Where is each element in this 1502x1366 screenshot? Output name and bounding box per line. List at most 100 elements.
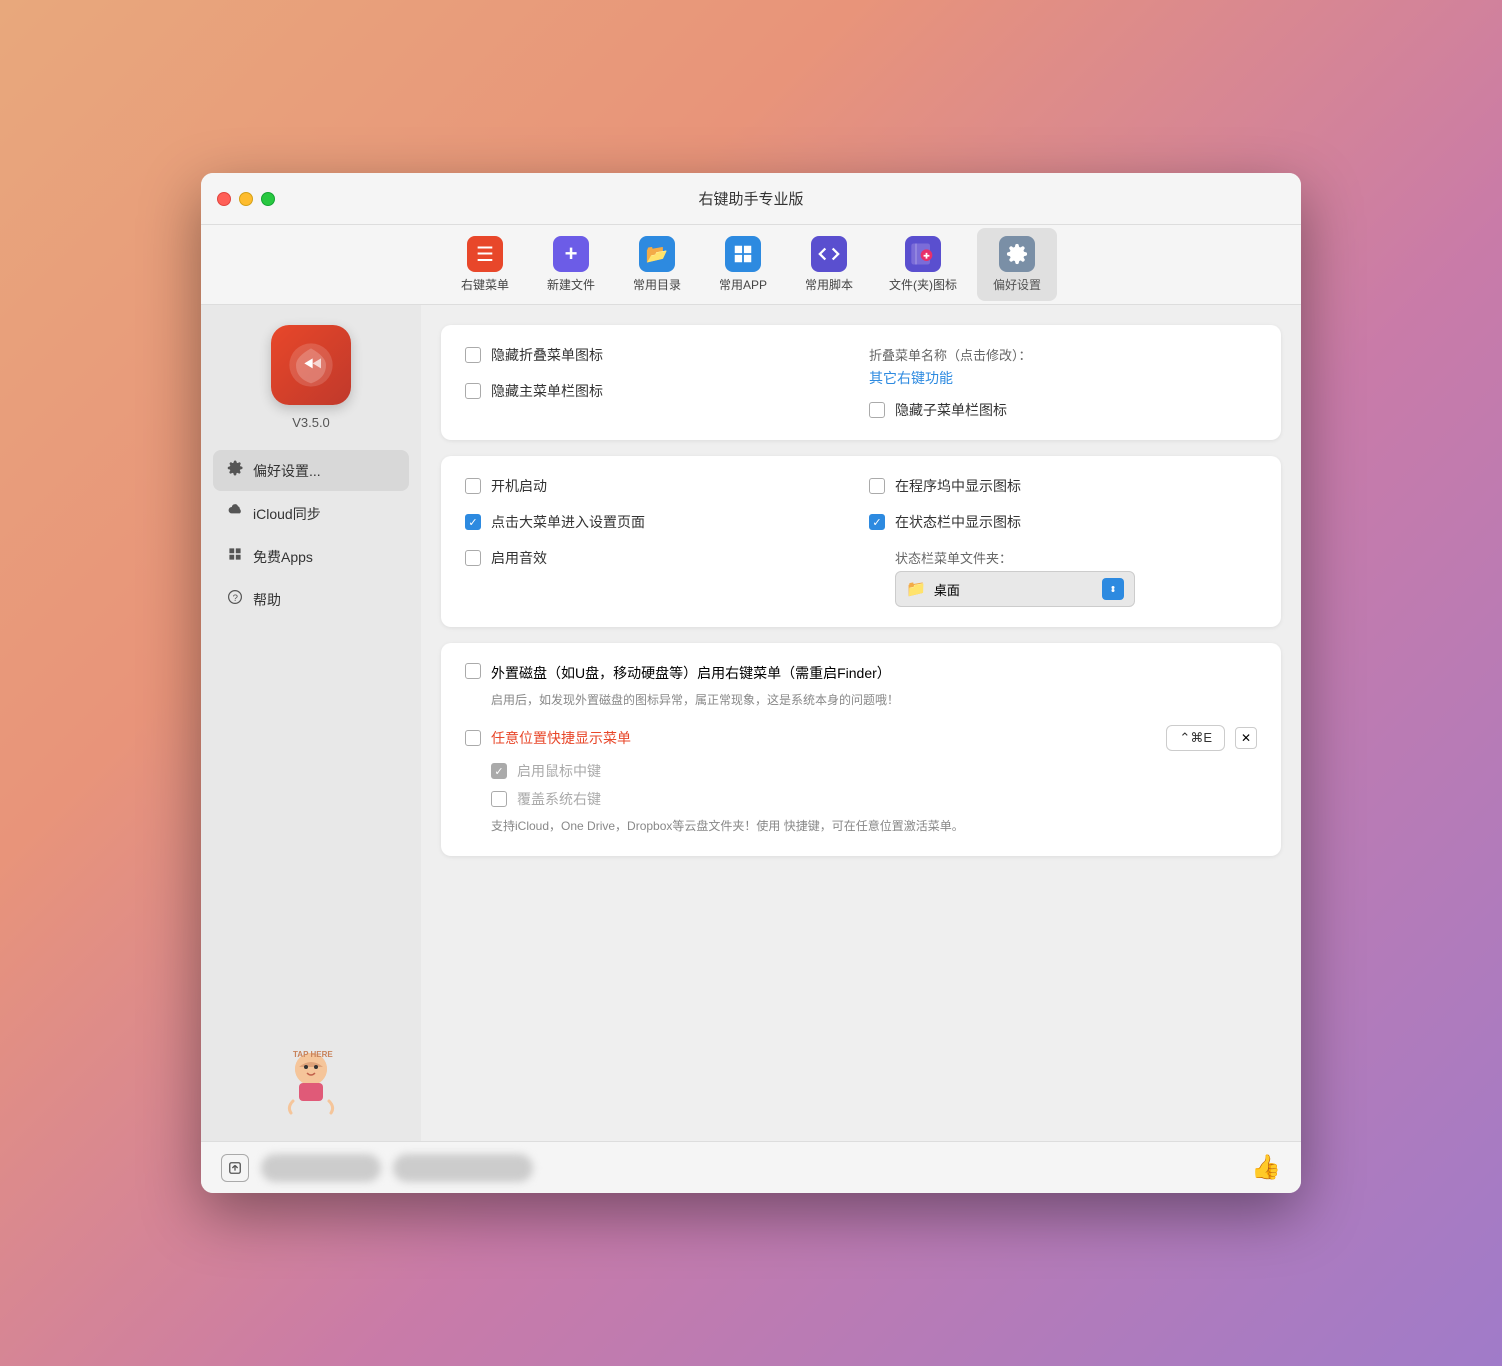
enable-sound-item: 启用音效 <box>465 548 547 568</box>
toolbar-label-commonscript: 常用脚本 <box>805 276 853 293</box>
hide-submenu-bar-item: 隐藏子菜单栏图标 <box>869 400 1257 420</box>
maximize-button[interactable] <box>261 192 275 206</box>
shortcut-clear-button[interactable]: ✕ <box>1235 727 1257 749</box>
launch-display-card: 开机启动 ✓ 点击大菜单进入设置页面 启用音效 <box>441 456 1281 627</box>
quick-menu-row: 任意位置快捷显示菜单 ⌃⌘E ✕ <box>465 725 1257 751</box>
hide-main-menubar-item: 隐藏主菜单栏图标 <box>465 381 603 401</box>
footer-button-1[interactable] <box>261 1154 381 1182</box>
fold-menu-right: 折叠菜单名称（点击修改）： 其它右键功能 隐藏子菜单栏图标 <box>869 345 1257 420</box>
toolbar-item-preferences[interactable]: 偏好设置 <box>977 228 1057 301</box>
like-button[interactable]: 👍 <box>1251 1153 1281 1182</box>
show-in-dock-checkbox[interactable] <box>869 478 885 494</box>
folder-name: 桌面 <box>934 580 1094 599</box>
support-text: 支持iCloud，One Drive，Dropbox等云盘文件夹！使用 快捷键，… <box>491 817 1257 836</box>
external-disk-checkbox[interactable] <box>465 663 481 679</box>
sidebar-label-freeapps: 免费Apps <box>253 547 313 567</box>
override-right-click-label: 覆盖系统右键 <box>517 789 601 809</box>
gear-icon <box>227 460 243 481</box>
traffic-lights <box>217 192 275 206</box>
show-in-statusbar-item: ✓ 在状态栏中显示图标 <box>869 512 1021 532</box>
mouse-middle-label: 启用鼠标中键 <box>517 761 601 781</box>
override-right-click-checkbox[interactable] <box>491 791 507 807</box>
svg-text:TAP HERE: TAP HERE <box>293 1050 333 1059</box>
hide-main-menubar-checkbox[interactable] <box>465 383 481 399</box>
app-icon <box>271 325 351 405</box>
show-in-dock-label: 在程序坞中显示图标 <box>895 476 1021 496</box>
show-in-dock-item: 在程序坞中显示图标 <box>869 476 1021 496</box>
auto-launch-item: 开机启动 <box>465 476 547 496</box>
fold-menu-left: 隐藏折叠菜单图标 隐藏主菜单栏图标 <box>465 345 853 420</box>
sidebar-label-preferences: 偏好设置... <box>253 461 321 481</box>
toolbar-label-commondir: 常用目录 <box>633 276 681 293</box>
toolbar-label-commonapp: 常用APP <box>719 276 767 293</box>
close-button[interactable] <box>217 192 231 206</box>
show-in-statusbar-label: 在状态栏中显示图标 <box>895 512 1021 532</box>
toolbar-item-newfile[interactable]: + 新建文件 <box>531 228 611 301</box>
external-disk-row: 外置磁盘（如U盘，移动硬盘等）启用右键菜单（需重启Finder） <box>465 663 1257 683</box>
titlebar: 右键助手专业版 <box>201 173 1301 225</box>
toolbar-icon-rightmenu: ☰ <box>467 236 503 272</box>
mouse-middle-row: ✓ 启用鼠标中键 <box>491 761 1257 781</box>
quick-menu-checkbox[interactable] <box>465 730 481 746</box>
folder-icon: 📁 <box>906 579 926 599</box>
sidebar-item-help[interactable]: ? 帮助 <box>213 579 409 620</box>
main-window: 右键助手专业版 ☰ 右键菜单 + 新建文件 📂 常用目录 常用APP 常用脚本 <box>201 173 1301 1193</box>
fold-name-section: 折叠菜单名称（点击修改）： 其它右键功能 <box>869 345 1257 388</box>
cloud-icon <box>227 503 243 524</box>
hide-fold-icon-item: 隐藏折叠菜单图标 <box>465 345 603 365</box>
statusbar-folder-label: 状态栏菜单文件夹： <box>895 548 1257 567</box>
toolbar-item-commonscript[interactable]: 常用脚本 <box>789 228 869 301</box>
sidebar: V3.5.0 偏好设置... iCloud同步 <box>201 305 421 1141</box>
click-settings-item: ✓ 点击大菜单进入设置页面 <box>465 512 645 532</box>
footer: 👍 <box>201 1141 1301 1193</box>
toolbar-label-newfile: 新建文件 <box>547 276 595 293</box>
shortcut-badge: ⌃⌘E <box>1166 725 1225 751</box>
fold-name-label: 折叠菜单名称（点击修改）： <box>869 345 1257 364</box>
external-disk-label: 外置磁盘（如U盘，移动硬盘等）启用右键菜单（需重启Finder） <box>491 663 891 683</box>
auto-launch-label: 开机启动 <box>491 476 547 496</box>
sidebar-bottom: TAP HERE <box>271 1041 351 1121</box>
fold-name-value[interactable]: 其它右键功能 <box>869 368 1257 388</box>
show-in-statusbar-checkbox[interactable]: ✓ <box>869 514 885 530</box>
sidebar-item-icloud[interactable]: iCloud同步 <box>213 493 409 534</box>
toolbar-label-preferences: 偏好设置 <box>993 276 1041 293</box>
toolbar-item-commondir[interactable]: 📂 常用目录 <box>617 228 697 301</box>
click-settings-label: 点击大菜单进入设置页面 <box>491 512 645 532</box>
hide-fold-icon-label: 隐藏折叠菜单图标 <box>491 345 603 365</box>
sidebar-label-help: 帮助 <box>253 590 281 610</box>
footer-button-2[interactable] <box>393 1154 533 1182</box>
main-panel: 隐藏折叠菜单图标 隐藏主菜单栏图标 折叠菜单名称（点击修改）： <box>421 305 1301 1141</box>
tap-here-mascot: TAP HERE <box>271 1041 351 1121</box>
toolbar-icon-commonscript <box>811 236 847 272</box>
sidebar-nav: 偏好设置... iCloud同步 免费Apps ? <box>213 450 409 620</box>
toolbar-icon-fileicon <box>905 236 941 272</box>
toolbar-item-commonapp[interactable]: 常用APP <box>703 228 783 301</box>
toolbar-icon-commonapp <box>725 236 761 272</box>
hide-submenu-bar-checkbox[interactable] <box>869 402 885 418</box>
help-icon: ? <box>227 589 243 610</box>
external-quick-card: 外置磁盘（如U盘，移动硬盘等）启用右键菜单（需重启Finder） 启用后，如发现… <box>441 643 1281 856</box>
toolbar-icon-preferences <box>999 236 1035 272</box>
folder-arrow-button[interactable] <box>1102 578 1124 600</box>
toolbar-icon-commondir: 📂 <box>639 236 675 272</box>
auto-launch-checkbox[interactable] <box>465 478 481 494</box>
hide-fold-icon-checkbox[interactable] <box>465 347 481 363</box>
sidebar-item-preferences[interactable]: 偏好设置... <box>213 450 409 491</box>
display-right: 在程序坞中显示图标 ✓ 在状态栏中显示图标 状态栏菜单文件夹： <box>869 476 1257 607</box>
apps-icon <box>227 546 243 567</box>
mouse-middle-checkbox: ✓ <box>491 763 507 779</box>
toolbar-icon-newfile: + <box>553 236 589 272</box>
hide-submenu-bar-label: 隐藏子菜单栏图标 <box>895 400 1007 420</box>
enable-sound-checkbox[interactable] <box>465 550 481 566</box>
minimize-button[interactable] <box>239 192 253 206</box>
toolbar-label-fileicon: 文件(夹)图标 <box>889 276 957 293</box>
toolbar-item-fileicon[interactable]: 文件(夹)图标 <box>875 228 971 301</box>
svg-text:?: ? <box>233 593 238 604</box>
toolbar-item-rightmenu[interactable]: ☰ 右键菜单 <box>445 228 525 301</box>
export-button[interactable] <box>221 1154 249 1182</box>
content-area: V3.5.0 偏好设置... iCloud同步 <box>201 305 1301 1141</box>
sidebar-item-freeapps[interactable]: 免费Apps <box>213 536 409 577</box>
statusbar-folder-dropdown[interactable]: 📁 桌面 <box>895 571 1135 607</box>
launch-left: 开机启动 ✓ 点击大菜单进入设置页面 启用音效 <box>465 476 853 607</box>
click-settings-checkbox[interactable]: ✓ <box>465 514 481 530</box>
